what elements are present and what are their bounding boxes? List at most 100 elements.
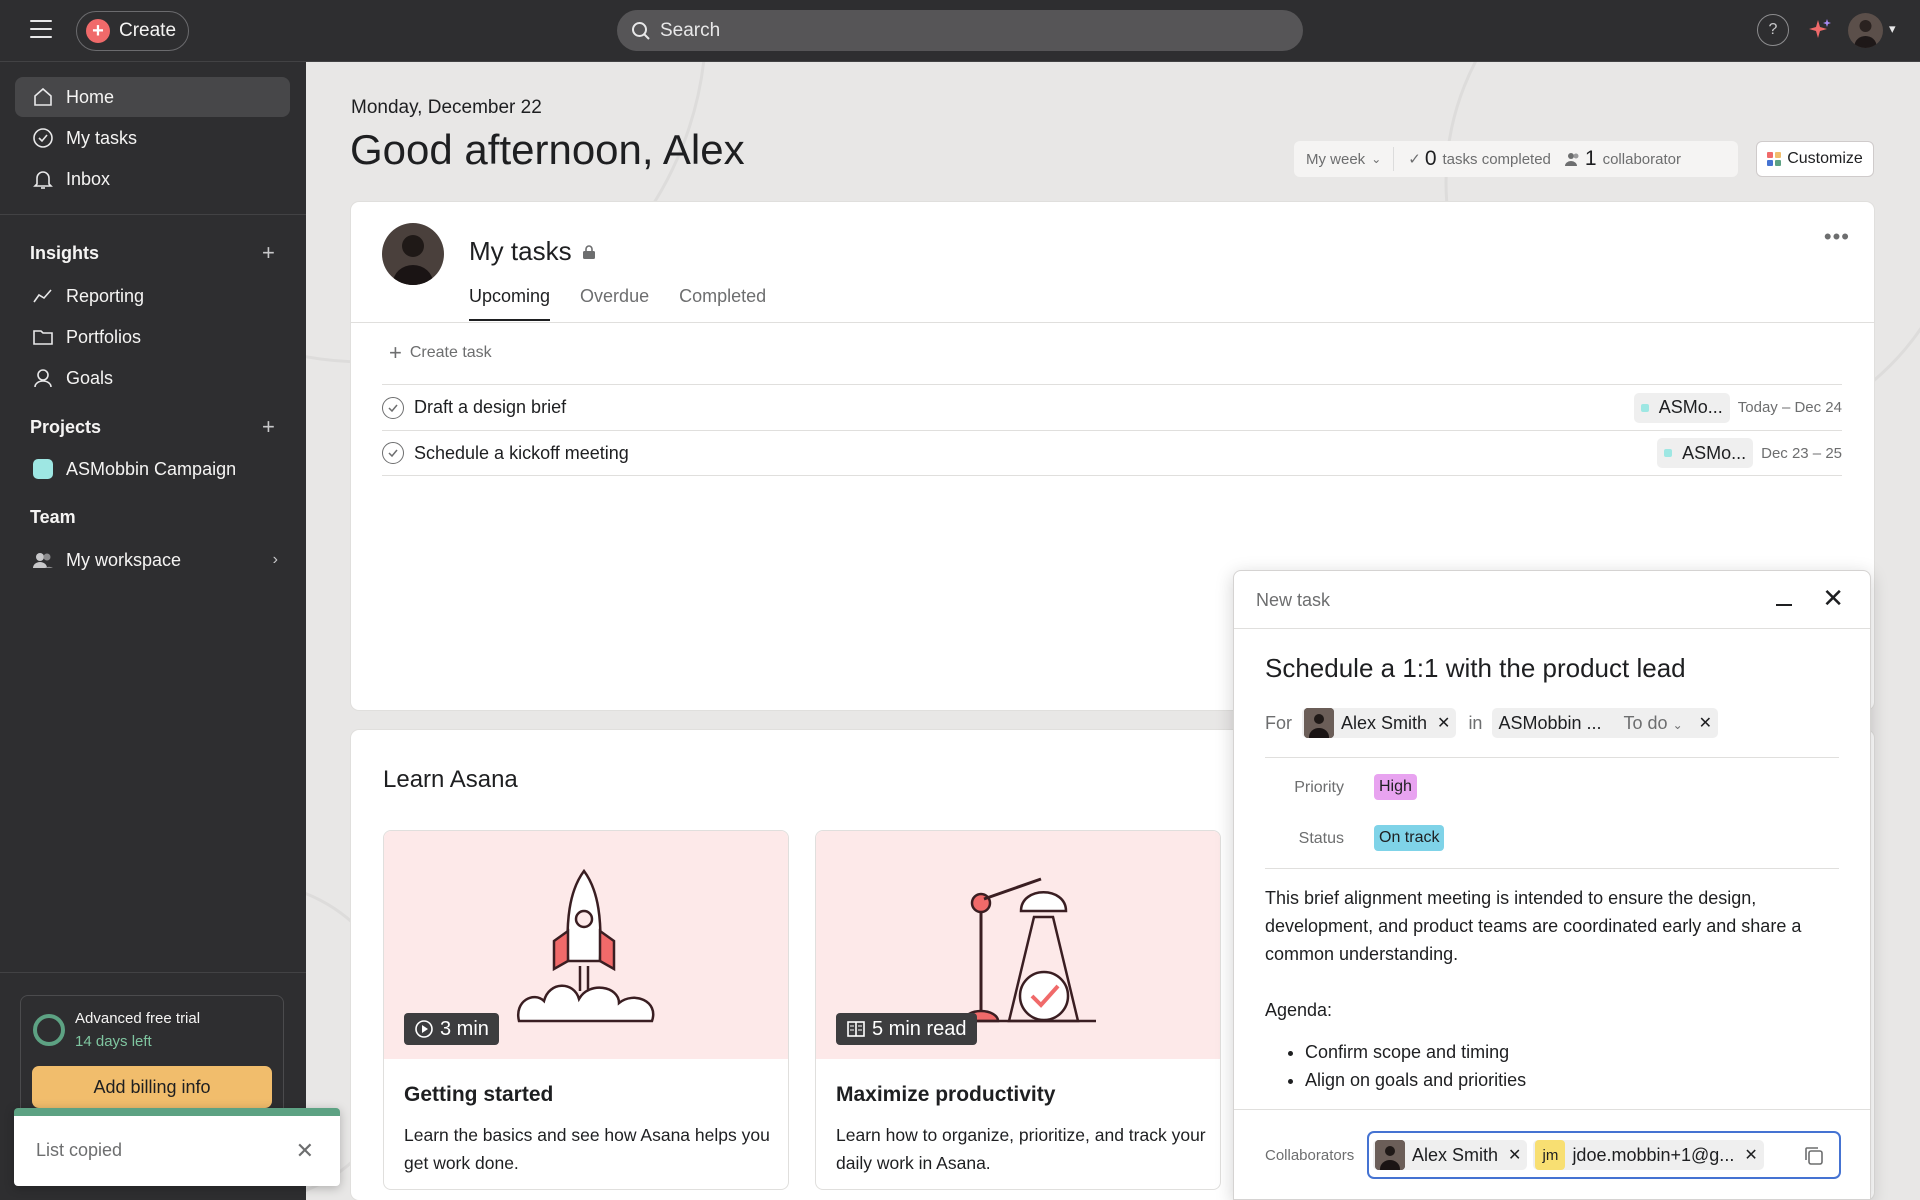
greeting: Good afternoon, Alex <box>350 126 745 173</box>
sidebar-item-portfolios[interactable]: Portfolios <box>15 317 290 357</box>
duration-badge: 3 min <box>404 1013 499 1045</box>
add-billing-button[interactable]: Add billing info <box>32 1066 272 1108</box>
toast: List copied ✕ <box>14 1108 340 1186</box>
team-heading[interactable]: Team <box>30 507 76 528</box>
create-button[interactable]: + Create <box>76 11 189 51</box>
ai-sparkle-icon[interactable] <box>1806 16 1834 44</box>
sidebar-item-label: Reporting <box>66 285 145 306</box>
status-value[interactable]: On track <box>1374 825 1445 851</box>
project-chip[interactable]: ASMobbin ... To do ⌄ ✕ <box>1492 708 1719 738</box>
trial-days-left: 14 days left <box>75 1033 152 1050</box>
task-project: ASMo... <box>1658 397 1723 417</box>
task-due-date[interactable]: Dec 23 – 25 <box>1761 445 1842 462</box>
sidebar-item-label: Inbox <box>66 168 111 189</box>
duration-badge: 5 min read <box>836 1013 977 1045</box>
add-project-button[interactable]: + <box>262 416 275 438</box>
new-task-dialog: New task ✕ Schedule a 1:1 with the produ… <box>1233 570 1871 1200</box>
remove-icon[interactable]: ✕ <box>1744 1145 1757 1165</box>
task-project-chip[interactable]: ASMo... <box>1633 392 1730 423</box>
lamp-illustration: 5 min read <box>816 831 1220 1059</box>
learn-card-maximize-productivity[interactable]: 5 min read Maximize productivity Learn h… <box>815 830 1221 1190</box>
more-options-icon[interactable]: ••• <box>1824 224 1850 250</box>
duration-text: 5 min read <box>872 1017 967 1040</box>
collaborator-chip[interactable]: Alex Smith ✕ <box>1373 1140 1528 1170</box>
remove-icon[interactable]: ✕ <box>1437 713 1450 733</box>
task-name[interactable]: Schedule a kickoff meeting <box>414 443 1657 464</box>
task-row[interactable]: Draft a design brief ASMo... Today – Dec… <box>382 384 1842 430</box>
learn-card-title: Getting started <box>404 1083 554 1106</box>
sidebar-item-home[interactable]: Home <box>15 77 290 117</box>
create-label: Create <box>119 20 177 41</box>
remove-icon[interactable]: ✕ <box>1508 1145 1521 1165</box>
collaborator-count: 1 <box>1584 147 1597 170</box>
search-icon <box>632 21 650 40</box>
duration-text: 3 min <box>440 1017 489 1040</box>
period-dropdown[interactable]: My week ⌄ <box>1294 147 1395 171</box>
task-project-chip[interactable]: ASMo... <box>1657 438 1754 468</box>
tasks-completed-label: tasks completed <box>1442 150 1551 168</box>
play-icon <box>415 1020 433 1038</box>
collaborator-chip[interactable]: jm jdoe.mobbin+1@g... ✕ <box>1533 1140 1764 1170</box>
create-task-label: Create task <box>409 344 492 361</box>
tab-completed[interactable]: Completed <box>679 286 766 321</box>
sidebar-item-inbox[interactable]: Inbox <box>15 159 290 199</box>
create-task-button[interactable]: + Create task <box>389 342 492 364</box>
task-row[interactable]: Schedule a kickoff meeting ASMo... Dec 2… <box>382 430 1842 476</box>
task-title-input[interactable]: Schedule a 1:1 with the product lead <box>1265 653 1686 684</box>
chevron-right-icon[interactable]: › <box>273 551 278 569</box>
widgets-icon <box>1767 152 1782 166</box>
search-input[interactable]: Search <box>617 10 1303 51</box>
rocket-illustration: 3 min <box>384 831 788 1059</box>
chevron-down-icon[interactable]: ▾ <box>1889 21 1896 37</box>
section-dropdown[interactable]: To do ⌄ <box>1624 713 1683 734</box>
chevron-down-icon: ⌄ <box>1672 717 1683 732</box>
people-icon <box>31 548 55 572</box>
sidebar-item-my-tasks[interactable]: My tasks <box>15 118 290 158</box>
remove-icon[interactable]: ✕ <box>1699 713 1712 733</box>
plus-icon: + <box>389 340 402 365</box>
assignee-chip[interactable]: Alex Smith ✕ <box>1302 708 1457 738</box>
add-insight-button[interactable]: + <box>262 242 275 264</box>
sidebar-item-project[interactable]: ASMobbin Campaign <box>15 449 290 489</box>
divider <box>1234 1109 1870 1110</box>
sidebar-item-goals[interactable]: Goals <box>15 358 290 398</box>
sidebar-item-label: ASMobbin Campaign <box>66 458 237 479</box>
minimize-icon[interactable] <box>1776 604 1792 606</box>
collaborators-input[interactable]: Alex Smith ✕ jm jdoe.mobbin+1@g... ✕ <box>1367 1131 1841 1179</box>
tab-overdue[interactable]: Overdue <box>580 286 649 321</box>
task-due-date[interactable]: Today – Dec 24 <box>1738 399 1842 416</box>
trial-title: Advanced free trial <box>75 1010 201 1027</box>
learn-card-description: Learn the basics and see how Asana helps… <box>404 1125 770 1173</box>
sidebar-divider <box>0 972 306 973</box>
complete-task-checkbox[interactable] <box>382 396 404 419</box>
close-icon[interactable]: ✕ <box>1822 585 1844 611</box>
my-tasks-title[interactable]: My tasks <box>469 236 596 267</box>
task-description[interactable]: This brief alignment meeting is intended… <box>1265 884 1840 1094</box>
projects-heading[interactable]: Projects <box>30 417 101 438</box>
bell-icon <box>31 167 55 191</box>
my-tasks-label: My tasks <box>469 236 572 266</box>
task-tabs: Upcoming Overdue Completed <box>469 286 766 321</box>
agenda-label: Agenda: <box>1265 1000 1333 1020</box>
insights-heading[interactable]: Insights <box>30 243 99 264</box>
tab-upcoming[interactable]: Upcoming <box>469 286 551 321</box>
sidebar-item-my-workspace[interactable]: My workspace › <box>15 540 290 580</box>
customize-label: Customize <box>1787 150 1863 167</box>
copy-icon[interactable] <box>1803 1145 1825 1167</box>
avatar[interactable] <box>1848 13 1883 48</box>
priority-value[interactable]: High <box>1374 774 1417 800</box>
trial-card: Advanced free trial 14 days left Add bil… <box>20 995 284 1120</box>
menu-icon[interactable] <box>30 20 52 40</box>
customize-button[interactable]: Customize <box>1756 141 1874 177</box>
task-name[interactable]: Draft a design brief <box>414 397 1634 418</box>
learn-card-title: Maximize productivity <box>836 1083 1056 1106</box>
sidebar-item-reporting[interactable]: Reporting <box>15 276 290 316</box>
top-bar: + Create Search ? ▾ <box>0 0 1920 62</box>
status-label: Status <box>1298 830 1344 847</box>
help-button[interactable]: ? <box>1757 14 1789 46</box>
tasks-completed-count: 0 <box>1424 147 1437 170</box>
complete-task-checkbox[interactable] <box>382 442 404 464</box>
chevron-down-icon: ⌄ <box>1371 152 1382 166</box>
learn-card-getting-started[interactable]: 3 min Getting started Learn the basics a… <box>383 830 789 1190</box>
dialog-title: New task <box>1256 590 1331 610</box>
